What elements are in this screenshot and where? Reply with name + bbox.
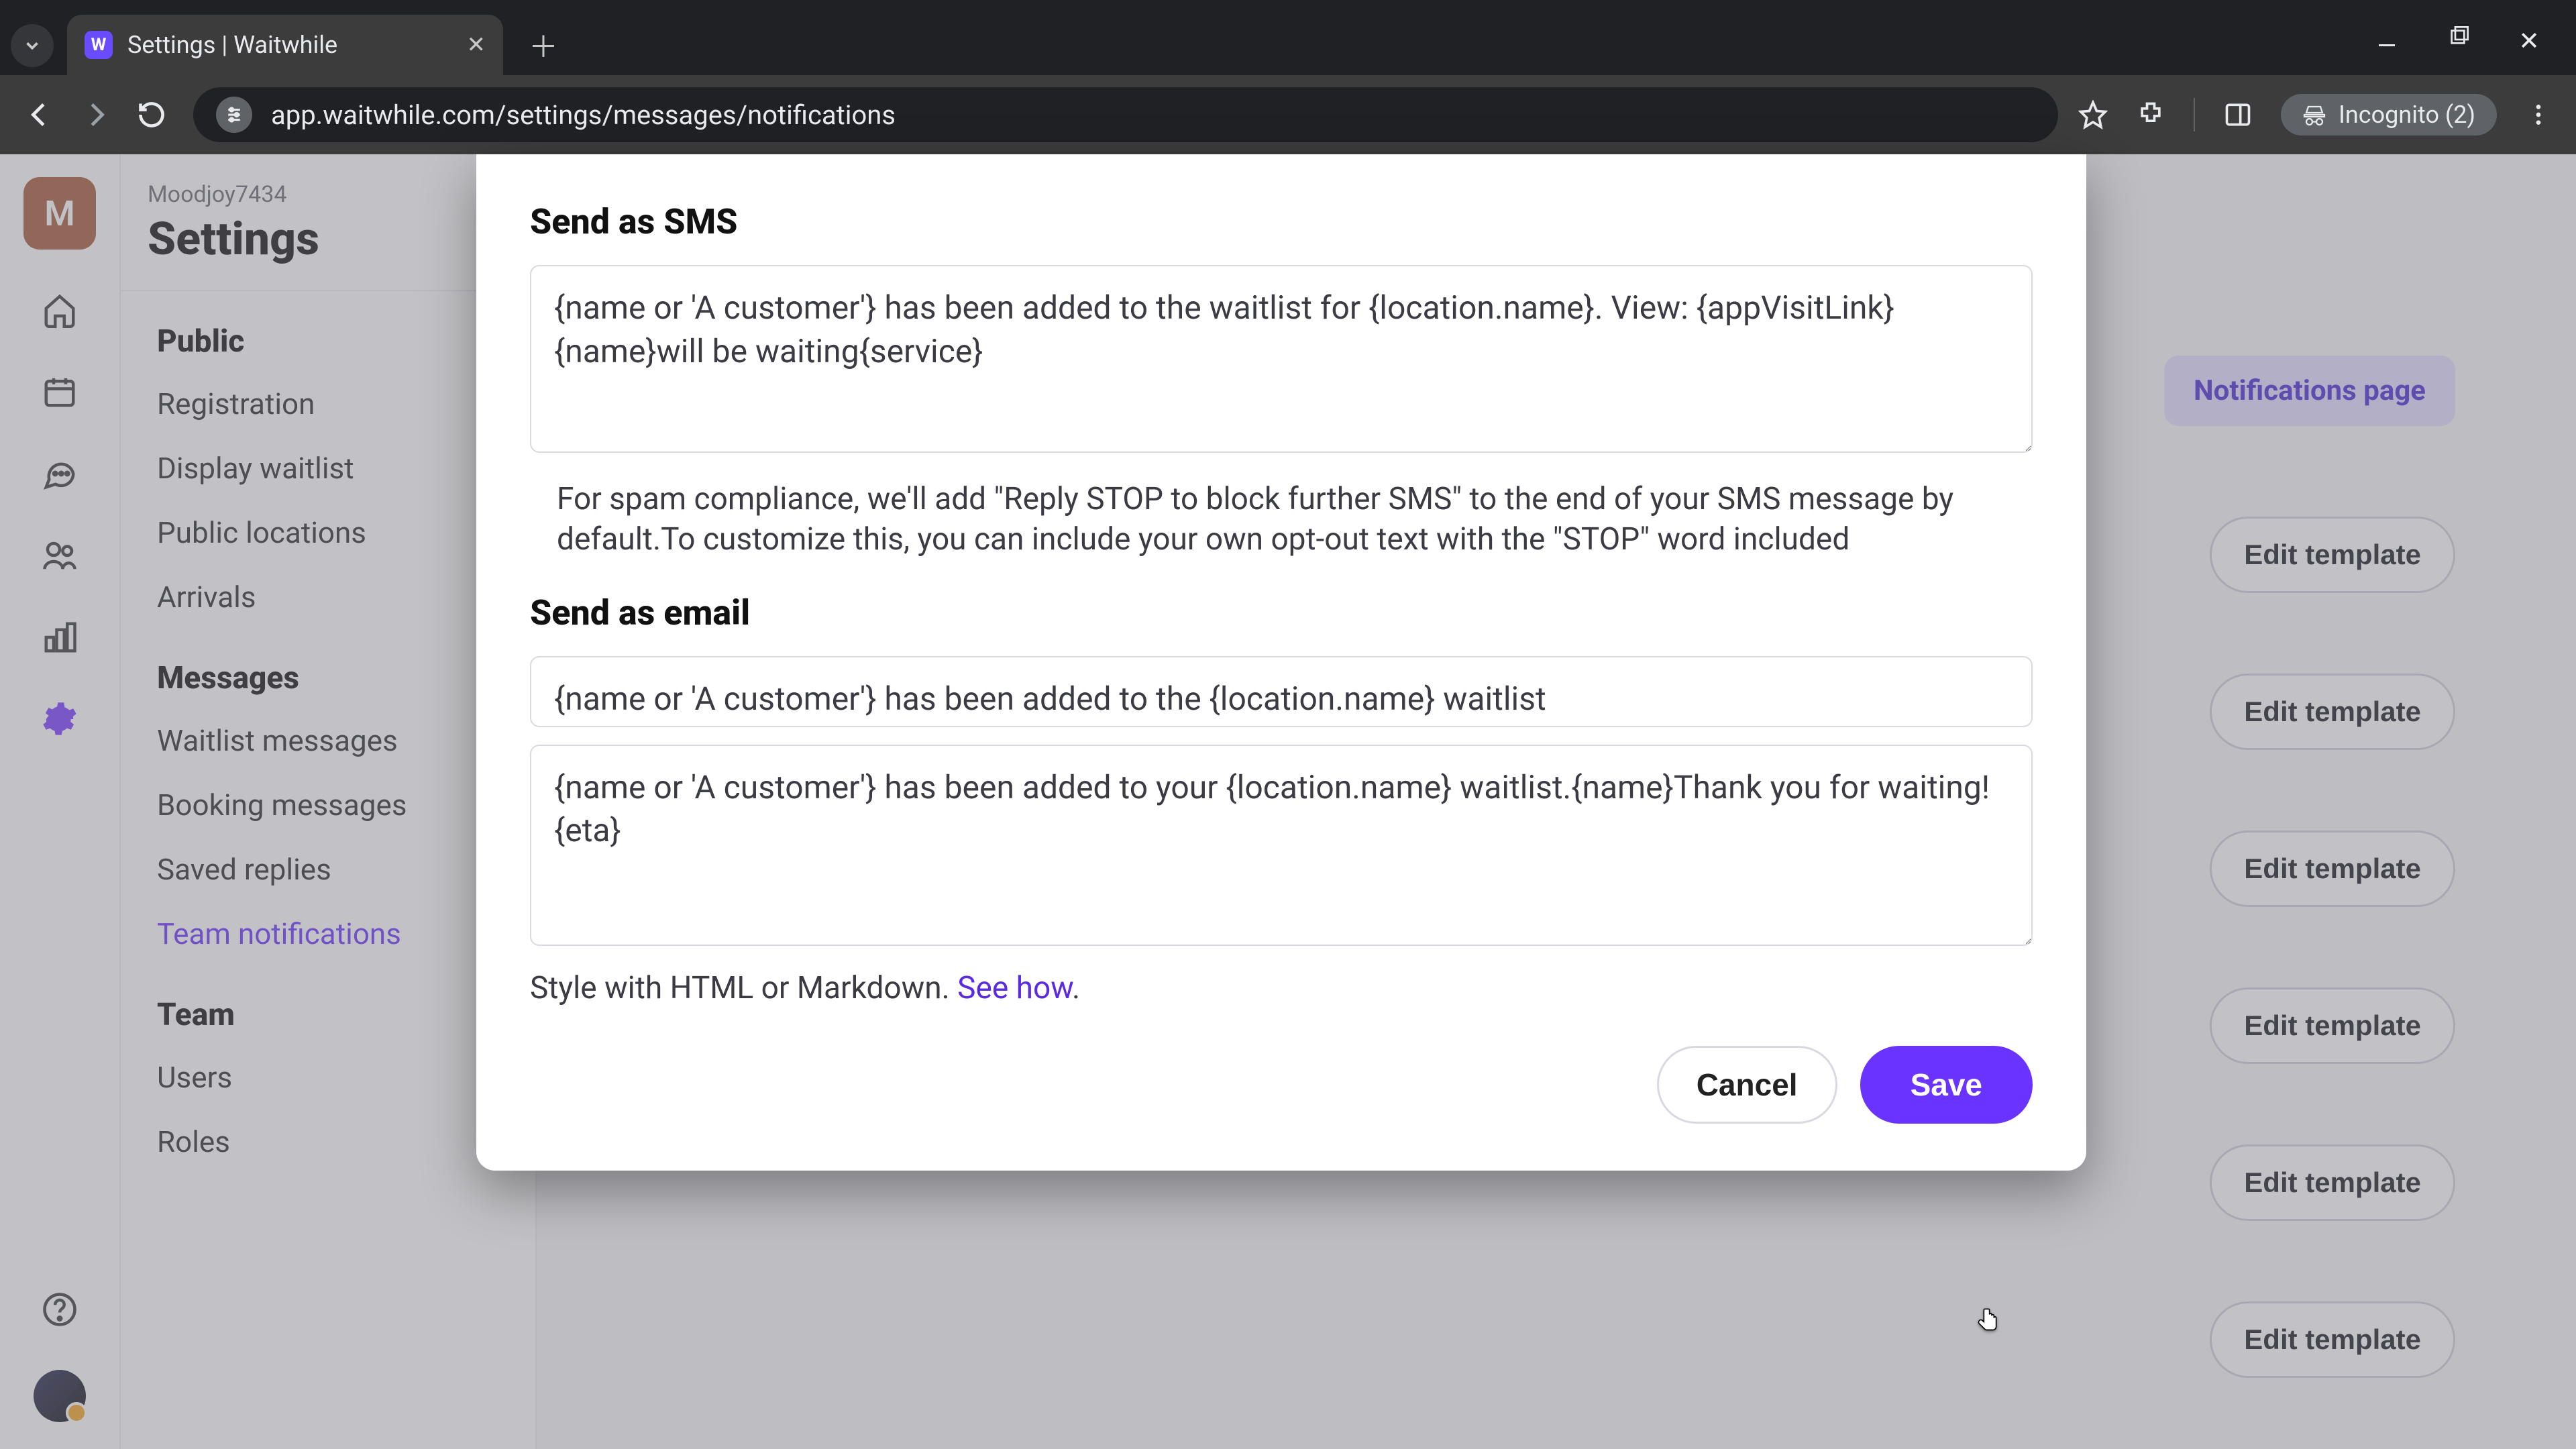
nav-group-team: Team	[121, 985, 535, 1045]
edit-template-button[interactable]: Edit template	[2210, 674, 2455, 750]
maximize-icon[interactable]	[2442, 26, 2474, 56]
extensions-icon[interactable]	[2136, 100, 2165, 129]
email-section-heading: Send as email	[530, 592, 2033, 633]
edit-template-button[interactable]: Edit template	[2210, 517, 2455, 593]
incognito-label: Incognito (2)	[2339, 101, 2475, 129]
edit-template-button[interactable]: Edit template	[2210, 1301, 2455, 1378]
chat-icon[interactable]	[38, 452, 81, 495]
sms-section-heading: Send as SMS	[530, 201, 2033, 242]
modal-actions: Cancel Save	[530, 1046, 2033, 1124]
edit-template-column: Edit template Edit template Edit templat…	[2210, 517, 2455, 1378]
org-name: Moodjoy7434	[148, 181, 508, 208]
calendar-icon[interactable]	[38, 370, 81, 413]
new-tab-button[interactable]: ＋	[523, 24, 564, 64]
browser-tab-strip: W Settings | Waitwhile ✕ ＋ ✕	[0, 0, 2576, 75]
nav-item-arrivals[interactable]: Arrivals	[121, 565, 535, 629]
email-body-textarea[interactable]	[530, 745, 2033, 946]
app-viewport: M Moodjoy7434 Settings Public Registrati…	[0, 154, 2576, 1449]
user-avatar[interactable]	[34, 1370, 86, 1422]
edit-template-button[interactable]: Edit template	[2210, 1144, 2455, 1221]
bookmark-star-icon[interactable]	[2078, 100, 2108, 129]
page-title: Settings	[148, 212, 508, 266]
nav-item-team-notifications[interactable]: Team notifications	[121, 902, 535, 966]
nav-item-waitlist-messages[interactable]: Waitlist messages	[121, 708, 535, 773]
window-controls: ✕	[2371, 26, 2576, 75]
forward-button[interactable]	[80, 99, 117, 130]
notifications-page-pill[interactable]: Notifications page	[2164, 356, 2455, 426]
org-avatar[interactable]: M	[23, 177, 96, 250]
cancel-button[interactable]: Cancel	[1657, 1046, 1837, 1124]
tab-title: Settings | Waitwhile	[127, 31, 337, 59]
chevron-down-icon	[22, 36, 42, 56]
edit-template-button[interactable]: Edit template	[2210, 987, 2455, 1064]
nav-item-registration[interactable]: Registration	[121, 372, 535, 436]
settings-gear-icon[interactable]	[38, 698, 81, 741]
nav-item-booking-messages[interactable]: Booking messages	[121, 773, 535, 837]
edit-template-button[interactable]: Edit template	[2210, 830, 2455, 907]
site-settings-icon[interactable]	[216, 97, 252, 133]
divider	[121, 290, 535, 291]
sms-body-textarea[interactable]	[530, 265, 2033, 453]
minimize-icon[interactable]	[2371, 26, 2403, 56]
nav-item-display-waitlist[interactable]: Display waitlist	[121, 436, 535, 500]
waitwhile-favicon: W	[85, 31, 113, 59]
reload-button[interactable]	[137, 100, 173, 129]
browser-tab-active[interactable]: W Settings | Waitwhile ✕	[67, 15, 503, 75]
email-subject-input[interactable]	[530, 656, 2033, 727]
close-window-icon[interactable]: ✕	[2513, 26, 2545, 56]
back-button[interactable]	[24, 99, 60, 130]
url-text: app.waitwhile.com/settings/messages/noti…	[271, 99, 896, 131]
users-icon[interactable]	[38, 534, 81, 577]
toolbar-divider	[2194, 98, 2195, 131]
close-tab-icon[interactable]: ✕	[467, 32, 486, 58]
nav-item-roles[interactable]: Roles	[121, 1110, 535, 1174]
nav-group-messages: Messages	[121, 648, 535, 708]
nav-group-public: Public	[121, 311, 535, 372]
analytics-icon[interactable]	[38, 616, 81, 659]
edit-template-modal: Send as SMS For spam compliance, we'll a…	[476, 154, 2086, 1171]
side-panel-icon[interactable]	[2223, 100, 2253, 129]
tab-search-button[interactable]	[11, 24, 54, 67]
nav-item-public-locations[interactable]: Public locations	[121, 500, 535, 565]
style-helper-text: Style with HTML or Markdown.	[530, 970, 957, 1006]
address-bar[interactable]: app.waitwhile.com/settings/messages/noti…	[193, 87, 2058, 142]
save-button[interactable]: Save	[1860, 1046, 2033, 1124]
sms-compliance-helper: For spam compliance, we'll add "Reply ST…	[557, 480, 2033, 560]
primary-nav-rail: M	[0, 154, 121, 1449]
browser-toolbar: app.waitwhile.com/settings/messages/noti…	[0, 75, 2576, 154]
incognito-indicator[interactable]: Incognito (2)	[2281, 94, 2497, 136]
see-how-link[interactable]: See how	[957, 970, 1072, 1006]
kebab-menu-icon[interactable]	[2525, 101, 2552, 128]
nav-item-saved-replies[interactable]: Saved replies	[121, 837, 535, 902]
nav-item-users[interactable]: Users	[121, 1045, 535, 1110]
style-helper: Style with HTML or Markdown. See how.	[530, 969, 2033, 1009]
settings-sidebar: Moodjoy7434 Settings Public Registration…	[121, 154, 537, 1449]
help-icon[interactable]	[38, 1288, 81, 1331]
home-icon[interactable]	[38, 288, 81, 331]
